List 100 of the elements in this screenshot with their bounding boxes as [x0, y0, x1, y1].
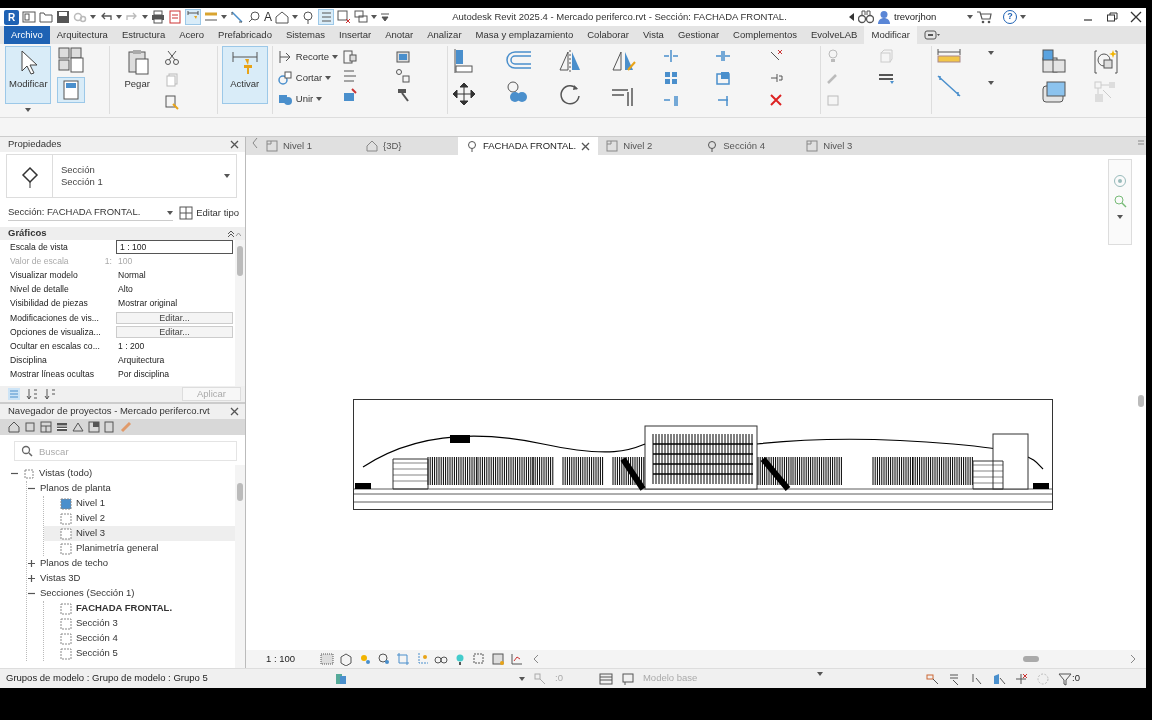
create-group-icon[interactable]	[1093, 48, 1120, 74]
dimension-icon[interactable]	[935, 74, 962, 98]
wall-panels-icon[interactable]	[1040, 80, 1067, 104]
select-face-icon[interactable]	[992, 671, 1007, 686]
printer-icon[interactable]	[151, 10, 165, 24]
caret-icon[interactable]	[371, 14, 377, 20]
tree-item[interactable]: Planimetría general	[44, 541, 235, 556]
ribbon-tab[interactable]: Modificar	[864, 26, 917, 44]
tree-item[interactable]: Nivel 3	[44, 526, 235, 541]
family-icon[interactable]	[72, 421, 84, 433]
linked-shapes-icon[interactable]	[394, 68, 411, 84]
design-options-icon[interactable]	[620, 671, 635, 686]
tree-folder[interactable]: Planos de techo	[27, 556, 235, 571]
scroll-right-icon[interactable]	[1130, 654, 1136, 664]
split-tool-button[interactable]: Unir	[276, 90, 339, 108]
tree-item[interactable]: Nivel 1	[44, 496, 235, 511]
ribbon-tab[interactable]: Insertar	[332, 26, 379, 44]
split-tool-button[interactable]: Recorte	[276, 48, 339, 66]
ribbon-tab[interactable]: Estructura	[114, 26, 173, 44]
expand-icon[interactable]	[27, 559, 36, 568]
trim-icon[interactable]	[276, 49, 293, 65]
wall-join-icon[interactable]	[342, 49, 359, 65]
move-arrows-icon[interactable]	[452, 82, 477, 106]
caret-icon[interactable]	[116, 14, 122, 20]
scroll-thumb[interactable]	[1023, 656, 1040, 662]
ribbon-tab[interactable]: Analizar	[420, 26, 469, 44]
edit-button[interactable]: Editar...	[116, 326, 233, 339]
type-grid-icon[interactable]	[56, 46, 85, 74]
ribbon-tool-button[interactable]: Modificar	[5, 46, 52, 104]
ribbon-tab[interactable]: Prefabricado	[211, 26, 279, 44]
scale-icon[interactable]	[715, 70, 732, 86]
view-tab[interactable]: Sección 4	[698, 137, 799, 155]
delete-icon[interactable]	[767, 92, 784, 108]
sort-ascending-icon[interactable]	[26, 388, 38, 400]
app-logo[interactable]: R	[4, 9, 19, 25]
expand-icon[interactable]	[27, 574, 36, 583]
tree-item[interactable]: Sección 3	[44, 616, 235, 631]
tree-item[interactable]: FACHADA FRONTAL.	[44, 601, 235, 616]
type-selector[interactable]: Sección Sección 1	[6, 154, 237, 198]
caret-icon[interactable]	[967, 14, 973, 20]
ribbon-tab[interactable]: Acero	[172, 26, 212, 44]
view-tab[interactable]: {3D}	[358, 137, 458, 155]
caret-icon[interactable]	[292, 14, 298, 20]
close-icon[interactable]	[230, 407, 239, 416]
tree-folder[interactable]: Planos de planta	[27, 481, 235, 496]
caret-icon[interactable]	[988, 80, 995, 86]
scrollbar[interactable]	[235, 465, 245, 668]
ribbon-tool-button[interactable]: Activar	[221, 46, 268, 104]
text-tool[interactable]: A	[264, 8, 272, 26]
user-name[interactable]: trevorjhon	[894, 9, 964, 25]
analysis-icon[interactable]	[510, 652, 525, 666]
close-icon[interactable]	[1130, 11, 1142, 23]
scroll-left-icon[interactable]	[533, 654, 540, 664]
offset-icon[interactable]	[504, 48, 533, 72]
close-icon[interactable]	[230, 140, 239, 149]
caret-icon[interactable]	[1020, 14, 1026, 20]
window-icon[interactable]	[22, 10, 36, 24]
filter-icon[interactable]	[1058, 671, 1073, 686]
menu-icon[interactable]	[380, 12, 390, 22]
caret-icon[interactable]	[1117, 214, 1123, 220]
ribbon-tool-button[interactable]: Pegar	[114, 46, 161, 104]
link-view-icon[interactable]	[104, 421, 116, 433]
tree-item[interactable]: Sección 4	[44, 631, 235, 646]
back-arrow-icon[interactable]	[849, 13, 855, 21]
shadows-icon[interactable]	[377, 652, 392, 666]
array-icon[interactable]	[662, 70, 679, 86]
ribbon-tab[interactable]: Colaborar	[580, 26, 636, 44]
restore-icon[interactable]	[1106, 11, 1118, 23]
drag-elements-icon[interactable]	[1014, 671, 1029, 686]
select-links-icon[interactable]	[926, 671, 941, 686]
view-tab[interactable]: Nivel 3	[798, 137, 899, 155]
ribbon-tab[interactable]: Sistemas	[278, 26, 332, 44]
caret-icon[interactable]	[988, 50, 995, 56]
folder-icon[interactable]	[39, 10, 53, 24]
split-face-icon[interactable]	[342, 68, 359, 84]
caret-icon[interactable]	[25, 107, 32, 113]
ribbon-tab[interactable]: Arquitectura	[49, 26, 115, 44]
view-tab[interactable]: Nivel 1	[258, 137, 358, 155]
editing-icon[interactable]	[533, 671, 547, 686]
scrollbar[interactable]	[533, 654, 1136, 664]
collapse-icon[interactable]	[227, 229, 241, 238]
ribbon-tab[interactable]: Archivo	[4, 26, 50, 44]
save-icon[interactable]	[56, 10, 70, 24]
cart-icon[interactable]	[976, 10, 992, 24]
view-scale[interactable]: 1 : 100	[266, 651, 296, 667]
tree-folder[interactable]: Vistas 3D	[27, 571, 235, 586]
search-field[interactable]: Buscar	[39, 443, 230, 459]
binoculars-icon[interactable]	[858, 10, 874, 24]
scroll-left-icon[interactable]	[252, 137, 258, 149]
tree-folder[interactable]: Secciones (Sección 1)	[27, 586, 235, 601]
cut-icon[interactable]	[276, 70, 293, 86]
schedule-icon[interactable]	[40, 421, 52, 433]
paint-icon[interactable]	[342, 87, 359, 103]
caret-icon[interactable]	[221, 14, 227, 20]
split-tool-button[interactable]: Cortar	[276, 69, 339, 87]
scale-field[interactable]: 1 : 100	[116, 240, 233, 255]
frame-icon[interactable]	[394, 49, 411, 65]
ribbon-tab[interactable]: Gestionar	[670, 26, 727, 44]
worksets-icon[interactable]	[334, 671, 348, 686]
zoom-icon[interactable]	[1113, 194, 1127, 208]
